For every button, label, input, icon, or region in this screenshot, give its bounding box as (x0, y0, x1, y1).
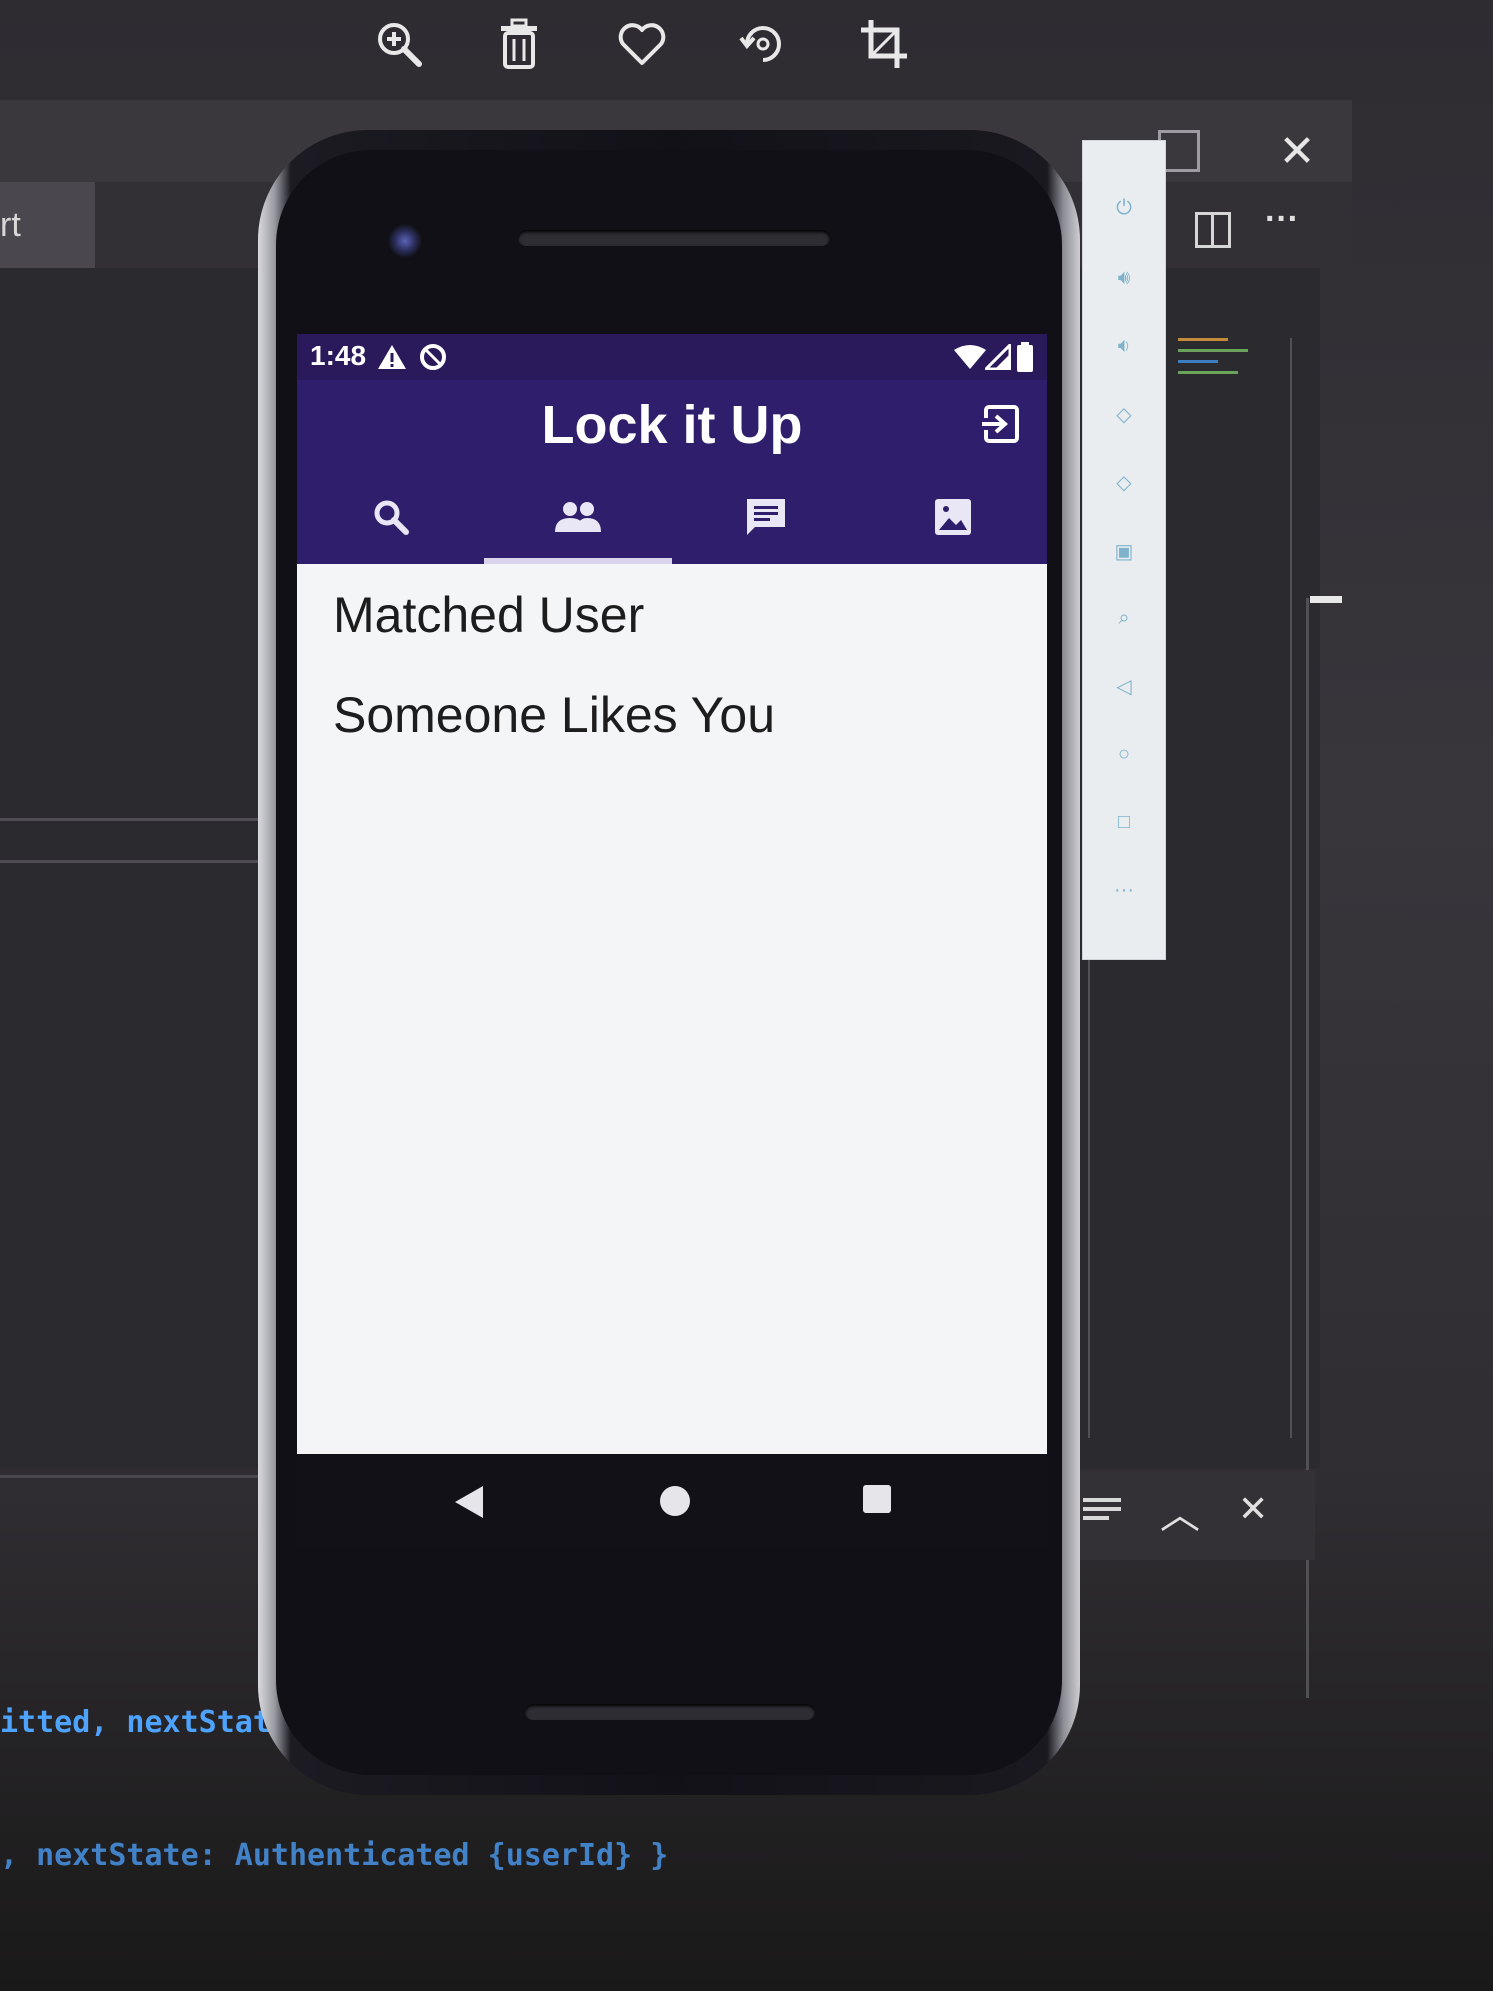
zoom-icon[interactable]: ⌕ (1083, 591, 1165, 645)
nav-recents-icon[interactable] (862, 1484, 892, 1514)
panel-toolbar: ︿ ✕ (1055, 1470, 1315, 1560)
home-icon[interactable]: ○ (1083, 727, 1165, 781)
divider (0, 860, 275, 863)
people-icon (555, 502, 602, 532)
volume-down-icon[interactable]: 🔉︎ (1083, 319, 1165, 373)
minimap (1178, 334, 1262, 394)
tab-search[interactable] (297, 470, 485, 564)
ide-tab-label: rt (0, 206, 21, 244)
tab-bar (297, 470, 1047, 564)
rotate-left-icon[interactable]: ◇ (1083, 387, 1165, 441)
emulator-toolbar: ⏻ 🔊︎ 🔉︎ ◇ ◇ ▣ ⌕ ◁ ○ □ ··· (1082, 140, 1166, 960)
logout-icon[interactable] (980, 404, 1020, 444)
list-item-someone-likes-you[interactable]: Someone Likes You (333, 686, 775, 744)
more-actions-icon[interactable]: ··· (1265, 200, 1299, 239)
wifi-icon (954, 345, 986, 369)
front-camera (388, 224, 422, 258)
status-time: 1:48 (310, 340, 367, 371)
list-item-matched-user[interactable]: Matched User (333, 586, 644, 644)
chat-icon (746, 499, 785, 535)
bottom-speaker (525, 1704, 815, 1720)
divider (0, 818, 275, 821)
ide-tab[interactable]: rt (0, 182, 95, 268)
battery-icon (1017, 342, 1033, 372)
data-saver-icon (420, 344, 446, 370)
back-icon[interactable]: ◁ (1083, 659, 1165, 713)
earpiece-speaker (518, 230, 830, 246)
rotate-right-icon[interactable]: ◇ (1083, 455, 1165, 509)
tab-photos[interactable] (860, 470, 1048, 564)
overview-icon[interactable]: □ (1083, 795, 1165, 849)
more-icon[interactable]: ··· (1083, 863, 1165, 917)
photo-viewer-toolbar (0, 0, 1493, 90)
status-bar: 1:48 (297, 334, 1047, 380)
phone-screen: 1:48 Lock it Up Matched User Someone Lik… (297, 334, 1047, 1549)
rotate-icon[interactable] (731, 12, 795, 76)
volume-up-icon[interactable]: 🔊︎ (1083, 251, 1165, 305)
close-panel-icon[interactable]: ✕ (1238, 1488, 1268, 1530)
scrollbar-thumb[interactable] (1310, 596, 1342, 603)
chevron-up-icon[interactable]: ︿ (1160, 1482, 1200, 1540)
scrollbar-track[interactable] (1290, 338, 1292, 1438)
content-list: Matched User Someone Likes You (297, 564, 1047, 1454)
app-bar: Lock it Up (297, 380, 1047, 470)
crop-icon[interactable] (852, 12, 916, 76)
system-nav-bar (297, 1454, 1047, 1549)
code-line-2: , nextState: Authenticated {userId} } (0, 1838, 669, 1873)
power-icon[interactable]: ⏻ (1083, 181, 1165, 235)
clear-output-icon[interactable] (1083, 1498, 1121, 1526)
heart-icon[interactable] (610, 12, 674, 76)
nav-home-icon[interactable] (658, 1484, 692, 1518)
split-editor-icon[interactable] (1195, 212, 1231, 248)
signal-icon (985, 344, 1011, 370)
tab-matches[interactable] (485, 470, 673, 564)
search-icon (374, 500, 409, 535)
trash-icon[interactable] (487, 12, 551, 76)
camera-icon[interactable]: ▣ (1083, 524, 1165, 578)
warning-icon (378, 345, 406, 369)
nav-back-icon[interactable] (453, 1484, 485, 1520)
zoom-in-icon[interactable] (367, 12, 431, 76)
ide-close-button[interactable]: ✕ (1262, 122, 1332, 182)
app-title: Lock it Up (541, 395, 803, 455)
image-icon (935, 499, 972, 535)
code-line-1: itted, nextState (0, 1705, 289, 1740)
tab-chat[interactable] (672, 470, 860, 564)
